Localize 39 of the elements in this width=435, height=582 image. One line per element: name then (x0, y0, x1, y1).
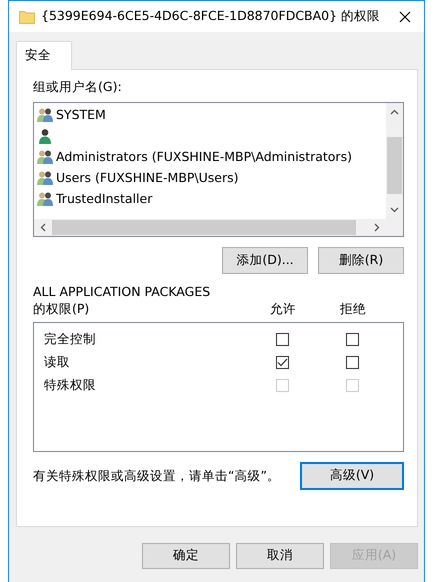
users-icon (37, 107, 53, 124)
scroll-right-icon[interactable] (374, 222, 380, 232)
principal-label: ALL APPLICATION PACKAGES (33, 284, 212, 300)
column-header: 拒绝 (340, 300, 366, 317)
dialog-button[interactable]: 确定 (142, 542, 230, 569)
user-name[interactable]: Users (FUXSHINE-MBP\Users) (56, 168, 239, 188)
users-icon (37, 149, 53, 166)
scroll-up-icon[interactable] (390, 108, 399, 115)
close-icon (399, 10, 412, 22)
user-name[interactable]: SYSTEM (56, 106, 106, 125)
scrollbar-thumb[interactable] (387, 136, 402, 194)
horizontal-scrollbar[interactable] (34, 218, 386, 236)
checkbox[interactable] (276, 356, 288, 369)
user-icon[interactable] (37, 128, 53, 144)
checkbox[interactable] (346, 356, 358, 369)
permission-name: 读取 (44, 352, 70, 371)
users-icon (37, 191, 53, 208)
vertical-scrollbar[interactable] (386, 102, 403, 219)
principal-button[interactable]: 删除(R) (318, 246, 404, 274)
checkbox[interactable] (346, 332, 358, 346)
permissions-label: 的权限(P) (33, 300, 90, 317)
scroll-left-icon[interactable] (40, 222, 46, 232)
permission-name: 特殊权限 (44, 376, 96, 394)
help-text: 有关特殊权限或高级设置，请单击“高级”。 (33, 468, 280, 484)
folder-icon (19, 10, 35, 24)
principal-button[interactable]: 添加(D)... (222, 246, 308, 274)
window-title: {5399E694-6CE5-4D6C-8FCE-1D8870FDCBA0} 的权限 (41, 7, 380, 26)
user-name[interactable]: Administrators (FUXSHINE-MBP\Administrators) (56, 148, 352, 167)
advanced-button[interactable]: 高级(V) (300, 462, 404, 490)
group-label: 组或用户名(G): (33, 78, 123, 95)
tab[interactable]: 安全 (16, 41, 72, 70)
scrollbar-thumb[interactable] (52, 220, 356, 235)
dialog-button[interactable]: 取消 (236, 542, 324, 569)
scroll-down-icon[interactable] (390, 206, 399, 213)
permission-name: 完全控制 (44, 330, 96, 348)
column-header: 允许 (270, 300, 296, 317)
users-icon (37, 170, 53, 186)
checkbox[interactable] (276, 332, 288, 346)
user-name[interactable]: TrustedInstaller (56, 190, 152, 209)
